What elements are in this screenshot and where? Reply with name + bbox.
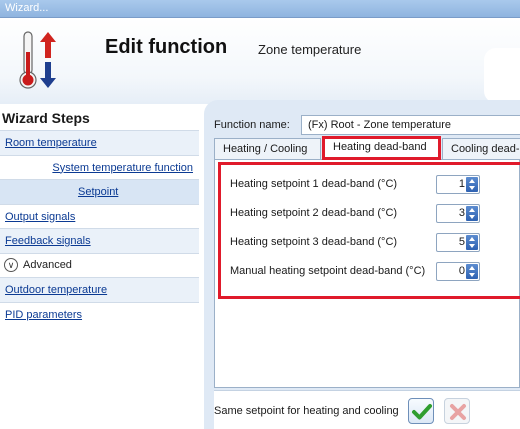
stepper-value[interactable]: 1 <box>459 178 465 190</box>
sidebar-item-label[interactable]: Feedback signals <box>5 235 91 247</box>
field-label: Manual heating setpoint dead-band (°C) <box>230 265 426 277</box>
sidebar-item-outdoor-temperature[interactable]: Outdoor temperature <box>0 277 199 302</box>
up-down-arrow-icon <box>40 32 56 88</box>
sidebar-item-system-temperature-function[interactable]: System temperature function <box>0 154 199 180</box>
chevron-down-icon[interactable]: ∨ <box>4 258 18 273</box>
sidebar-item-label[interactable]: Output signals <box>5 211 75 223</box>
sidebar-item-label[interactable]: System temperature function <box>52 162 193 174</box>
stepper-value[interactable]: 5 <box>459 236 465 248</box>
sidebar-item-label[interactable]: Outdoor temperature <box>5 284 107 296</box>
tab-heating-dead-band[interactable]: Heating dead-band <box>322 136 441 160</box>
window-titlebar: Wizard... <box>0 0 520 18</box>
manual-heating-setpoint-stepper[interactable]: 0 <box>436 262 480 281</box>
field-label: Heating setpoint 3 dead-band (°C) <box>230 236 398 248</box>
function-name-input[interactable]: (Fx) Root - Zone temperature <box>301 115 520 135</box>
page-subtitle: Zone temperature <box>258 42 362 57</box>
window-title: Wizard... <box>5 2 49 14</box>
sidebar-item-label: Advanced <box>23 259 72 272</box>
stepper-value[interactable]: 3 <box>459 207 465 219</box>
spinner-arrows-icon[interactable] <box>466 264 478 279</box>
sidebar-list: Room temperature System temperature func… <box>0 130 199 326</box>
field-heating-setpoint-3: Heating setpoint 3 dead-band (°C) 5 <box>230 233 520 253</box>
heating-setpoint-1-stepper[interactable]: 1 <box>436 175 480 194</box>
sidebar-item-advanced[interactable]: ∨ Advanced <box>0 252 199 278</box>
sidebar-item-label[interactable]: Room temperature <box>5 137 97 149</box>
spinner-arrows-icon[interactable] <box>466 177 478 192</box>
heating-setpoint-2-stepper[interactable]: 3 <box>436 204 480 223</box>
stepper-value[interactable]: 0 <box>459 265 465 277</box>
sidebar-item-room-temperature[interactable]: Room temperature <box>0 130 199 155</box>
sidebar-item-output-signals[interactable]: Output signals <box>0 203 199 229</box>
confirm-button[interactable] <box>408 398 434 424</box>
spinner-arrows-icon[interactable] <box>466 235 478 250</box>
spinner-arrows-icon[interactable] <box>466 206 478 221</box>
tab-cooling-dead-band[interactable]: Cooling dead- <box>442 138 520 160</box>
cross-icon <box>450 404 466 420</box>
cancel-button[interactable] <box>444 398 470 424</box>
header: Edit function Zone temperature <box>0 18 520 104</box>
sidebar-item-feedback-signals[interactable]: Feedback signals <box>0 228 199 253</box>
checkmark-icon <box>412 404 432 420</box>
wizard-sidebar: Wizard Steps Room temperature System tem… <box>0 104 199 429</box>
sidebar-item-label[interactable]: Setpoint <box>78 186 118 198</box>
sidebar-heading: Wizard Steps <box>2 110 90 126</box>
thermometer-icon <box>19 31 56 89</box>
field-manual-heating-setpoint: Manual heating setpoint dead-band (°C) 0 <box>230 262 520 282</box>
function-name-label: Function name: <box>214 119 290 131</box>
field-heating-setpoint-2: Heating setpoint 2 dead-band (°C) 3 <box>230 204 520 224</box>
header-decoration <box>484 48 520 103</box>
field-heating-setpoint-1: Heating setpoint 1 dead-band (°C) 1 <box>230 175 520 195</box>
bottom-bar: Same setpoint for heating and cooling <box>214 390 520 429</box>
sidebar-item-setpoint[interactable]: Setpoint <box>0 179 199 204</box>
heating-setpoint-3-stepper[interactable]: 5 <box>436 233 480 252</box>
field-label: Heating setpoint 1 dead-band (°C) <box>230 178 398 190</box>
sidebar-item-label[interactable]: PID parameters <box>5 309 82 321</box>
page-title: Edit function <box>105 36 228 58</box>
tab-heating-cooling[interactable]: Heating / Cooling <box>214 138 321 160</box>
sidebar-item-pid-parameters[interactable]: PID parameters <box>0 301 199 327</box>
same-setpoint-label: Same setpoint for heating and cooling <box>214 405 399 417</box>
field-label: Heating setpoint 2 dead-band (°C) <box>230 207 398 219</box>
content-area: Function name: (Fx) Root - Zone temperat… <box>204 100 520 429</box>
